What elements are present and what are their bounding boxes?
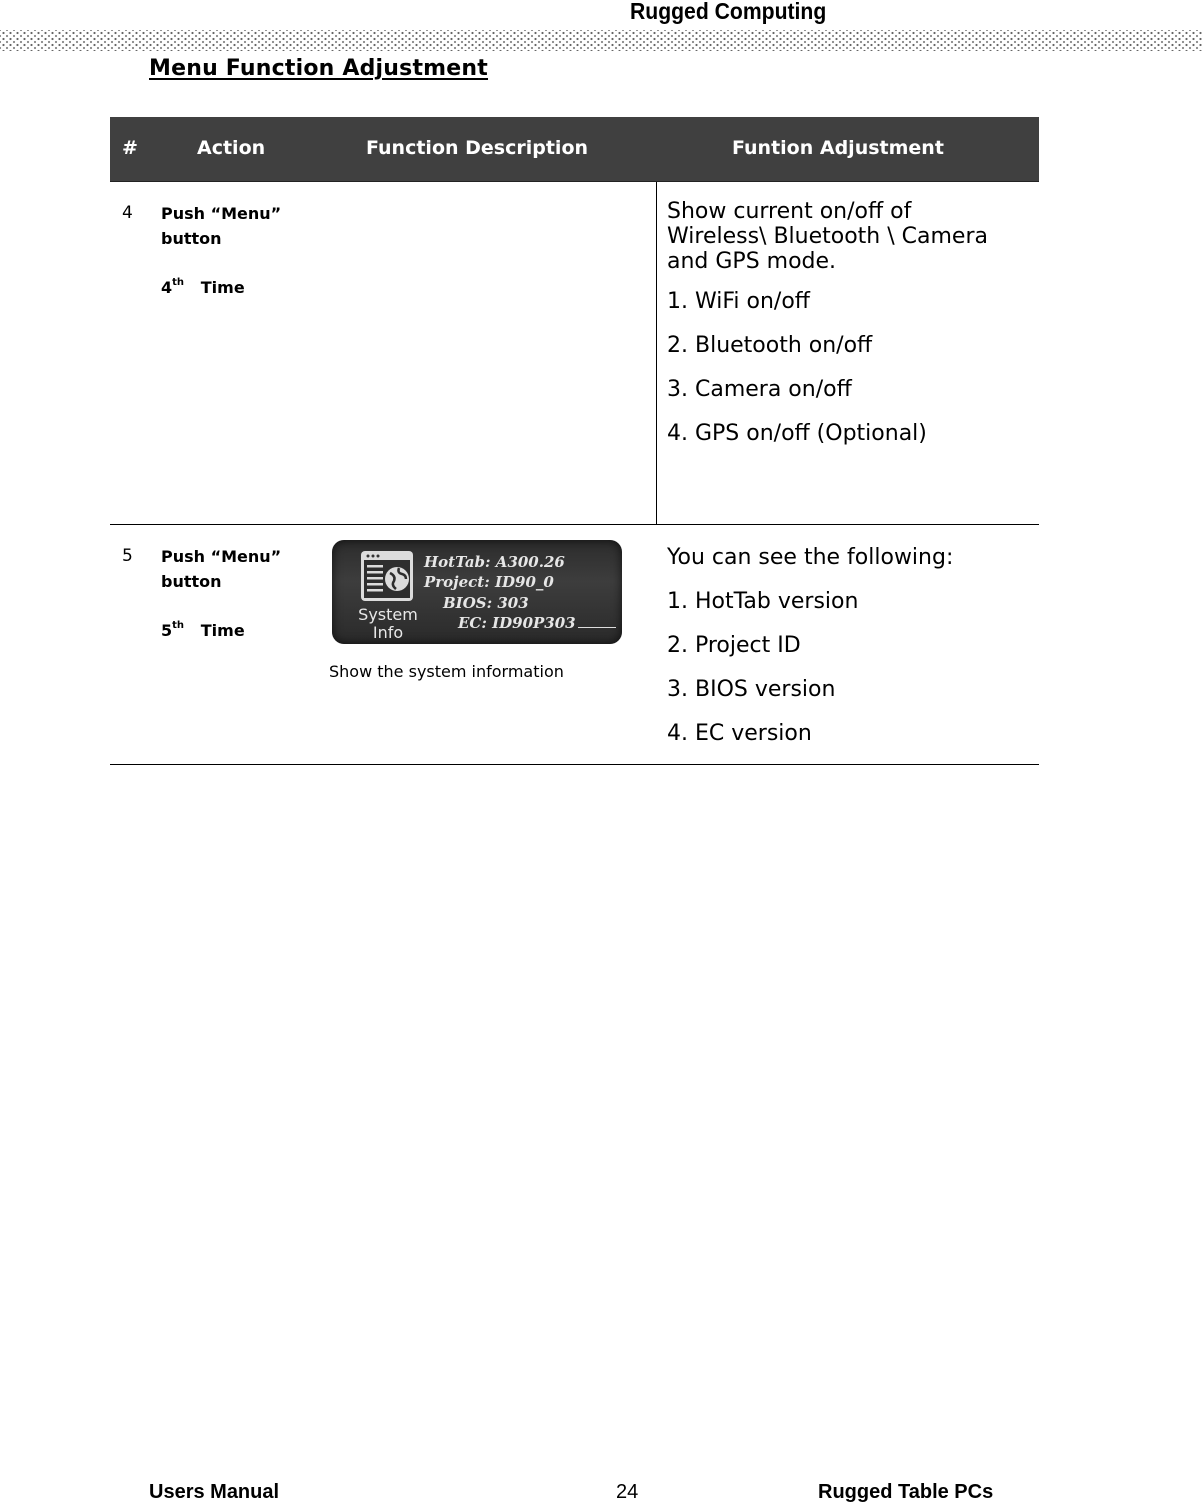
- project-id-text: Project: ID90_0: [424, 573, 554, 591]
- system-info-icon: [359, 549, 417, 607]
- action-line2: button: [161, 229, 222, 248]
- system-info-screenshot: System Info HotTab: A300.26 Project: ID9…: [332, 540, 622, 644]
- adjustment-item: 3. BIOS version: [667, 677, 836, 702]
- column-header-adjustment: Funtion Adjustment: [732, 137, 944, 159]
- time-ordinal: 4: [161, 278, 173, 297]
- time-ordinal: 5: [161, 621, 173, 640]
- action-line1: Push “Menu”: [161, 547, 282, 566]
- footer-page-number: 24: [616, 1481, 639, 1503]
- description-caption: Show the system information: [329, 662, 564, 681]
- ec-version-line: EC: ID90P303: [458, 613, 616, 633]
- footer-manual-label: Users Manual: [149, 1481, 280, 1503]
- adjustment-item: 1. WiFi on/off: [667, 289, 810, 314]
- hottab-version-text: HotTab: A300.26: [424, 553, 565, 571]
- table-row: 4 Push “Menu” button 4th Time Show curre…: [110, 182, 1039, 525]
- table-header: # Action Function Description Funtion Ad…: [110, 117, 1039, 182]
- running-header-title: Rugged Computing: [630, 0, 827, 24]
- time-label: Time: [200, 278, 245, 297]
- table-row: 5 Push “Menu” button 5th Time System Inf…: [110, 525, 1039, 765]
- row-action: Push “Menu” button 4th Time: [161, 201, 281, 300]
- adjustment-item: 4. GPS on/off (Optional): [667, 421, 927, 446]
- header-dotted-band: [0, 30, 1203, 51]
- time-suffix: th: [172, 620, 185, 631]
- row-action: Push “Menu” button 5th Time: [161, 544, 281, 643]
- time-label: Time: [200, 621, 245, 640]
- adjustment-item: 1. HotTab version: [667, 589, 859, 614]
- adjustment-item: 3. Camera on/off: [667, 377, 852, 402]
- action-time: 5th Time: [161, 613, 281, 643]
- row-number: 4: [122, 203, 133, 223]
- column-header-description: Function Description: [366, 137, 589, 159]
- adjustment-intro: Show current on/off of Wireless\ Bluetoo…: [667, 199, 988, 274]
- adjustment-item: 4. EC version: [667, 721, 812, 746]
- row-adjustment: Show current on/off of Wireless\ Bluetoo…: [667, 199, 997, 462]
- ec-underline: [577, 627, 616, 628]
- ec-version-text: EC: ID90P303: [458, 614, 576, 632]
- time-suffix: th: [172, 277, 185, 288]
- row-adjustment: You can see the following: 1. HotTab ver…: [667, 542, 1027, 762]
- column-header-action: Action: [197, 137, 266, 159]
- action-line1: Push “Menu”: [161, 204, 282, 223]
- system-info-label-line1: System: [358, 605, 418, 624]
- adjustment-item: 2. Bluetooth on/off: [667, 333, 873, 358]
- footer-product-label: Rugged Table PCs: [818, 1481, 994, 1503]
- section-title: Menu Function Adjustment: [149, 56, 489, 81]
- adjustment-intro: You can see the following:: [667, 545, 954, 570]
- column-divider: [656, 182, 657, 524]
- adjustment-item: 2. Project ID: [667, 633, 801, 658]
- system-info-label-line2: Info: [372, 623, 404, 642]
- column-header-number: #: [122, 137, 138, 159]
- menu-function-table: # Action Function Description Funtion Ad…: [110, 117, 1039, 765]
- row-number: 5: [122, 546, 133, 566]
- bios-version-text: BIOS: 303: [443, 594, 529, 612]
- action-time: 4th Time: [161, 270, 281, 300]
- action-line2: button: [161, 572, 222, 591]
